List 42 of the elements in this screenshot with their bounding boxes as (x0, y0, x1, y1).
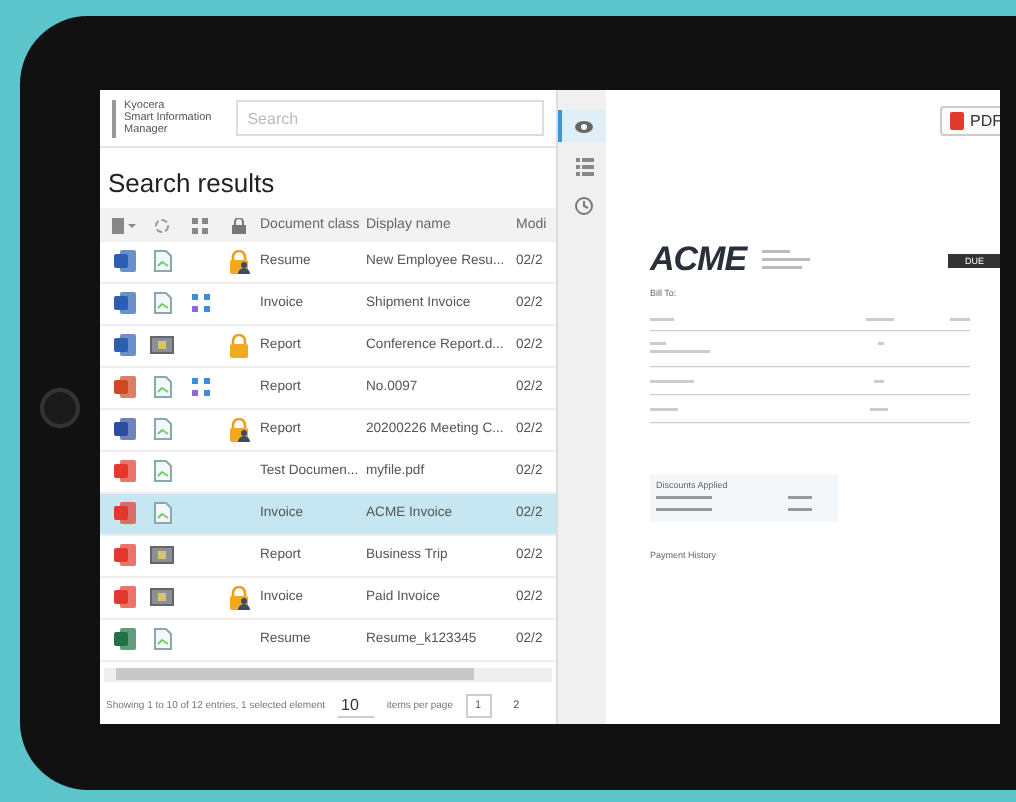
pdf-file-icon (950, 112, 964, 130)
grid-icon[interactable] (192, 217, 208, 234)
file-type-icon (113, 628, 135, 651)
page-size-field[interactable]: 10 (337, 695, 375, 717)
horizontal-scrollbar[interactable] (104, 667, 552, 682)
document-icon (153, 460, 171, 483)
grid-icon (191, 378, 209, 397)
scanned-document-icon (150, 546, 174, 565)
file-type-icon (113, 460, 135, 483)
user-lock-icon (227, 249, 249, 274)
eye-icon (574, 119, 594, 133)
file-type-icon (113, 544, 135, 567)
file-type-icon (113, 292, 135, 315)
sync-icon[interactable] (154, 217, 170, 234)
file-type-icon (113, 418, 135, 441)
history-icon (574, 196, 594, 216)
file-type-icon (113, 250, 135, 273)
document-icon (153, 292, 171, 315)
file-type-icon (113, 586, 135, 609)
file-type-icon (113, 502, 135, 525)
user-lock-icon (227, 417, 249, 442)
lock-icon[interactable] (231, 217, 245, 234)
list-icon (575, 157, 593, 175)
address-text-drawing (762, 250, 811, 270)
search-field[interactable]: Search (235, 100, 544, 137)
company-logo: ACME (650, 240, 747, 280)
document-icon (153, 628, 171, 651)
user-lock-icon (227, 585, 249, 610)
toolbar-tab[interactable] (558, 110, 606, 142)
document-icon (153, 250, 171, 273)
page-heading: Search results (106, 166, 277, 203)
scanned-document-icon (150, 588, 174, 607)
document-icon (153, 376, 171, 399)
file-type-icon (113, 376, 135, 399)
file-menu-icon[interactable] (112, 217, 136, 234)
scanned-document-icon (150, 336, 174, 355)
scrollbar-thumb[interactable] (116, 668, 475, 681)
document-icon (153, 418, 171, 441)
grid-icon (191, 294, 209, 313)
lock-icon (227, 333, 249, 358)
document-icon (153, 502, 171, 525)
file-type-icon (113, 334, 135, 357)
